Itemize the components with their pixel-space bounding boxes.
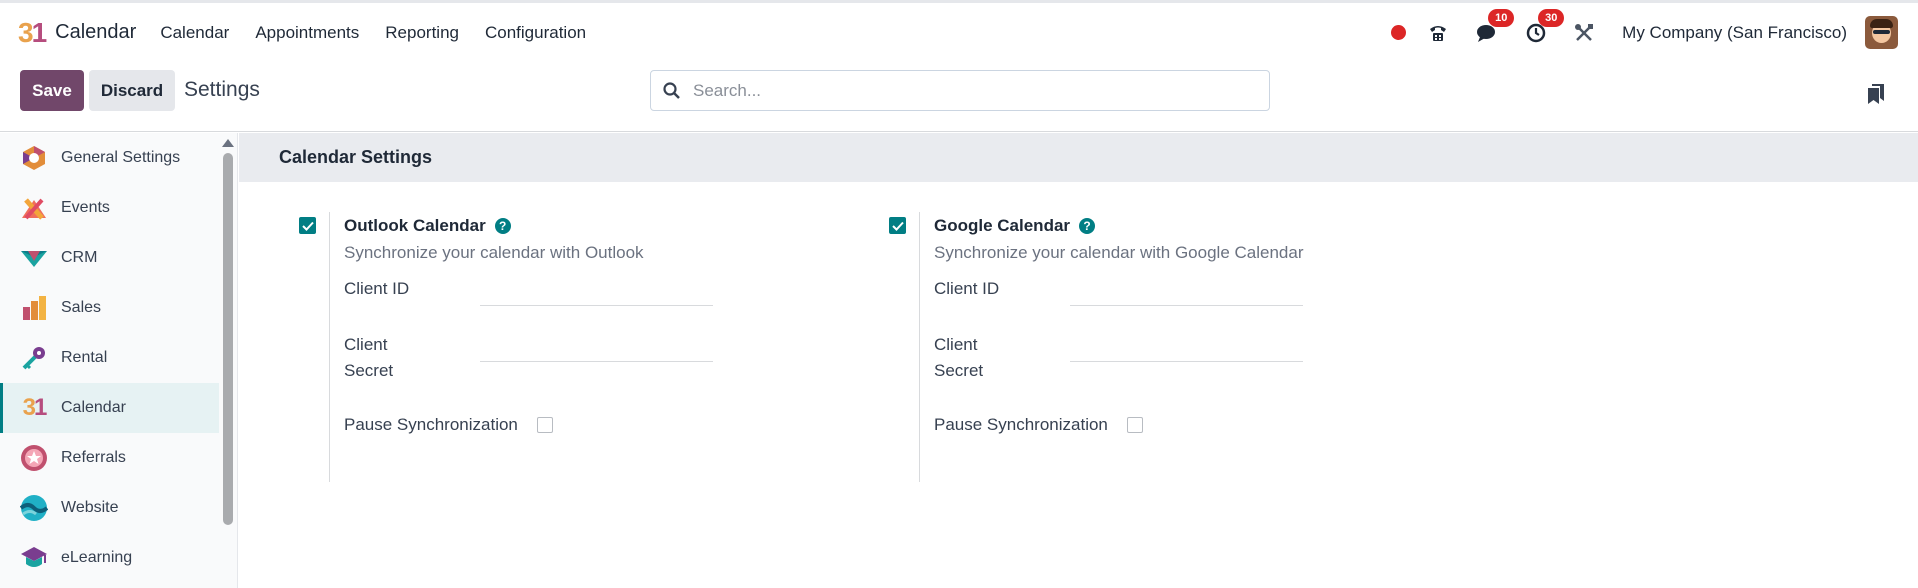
setting-title: Google Calendar [934, 216, 1071, 235]
client-secret-label-2: Secret [934, 361, 984, 380]
outlook-client-id-input[interactable] [480, 280, 713, 306]
rental-key-icon [20, 344, 48, 372]
client-id-label: Client ID [934, 279, 1000, 298]
sidebar-item-website[interactable]: Website [0, 483, 219, 533]
pause-sync-label: Pause Synchronization [934, 415, 1108, 434]
messages-icon[interactable]: 10 [1476, 8, 1515, 43]
settings-sidebar: General Settings Events CRM Sales Rental [0, 133, 238, 588]
google-title: Google Calendar ? [934, 212, 1354, 240]
google-pause-field: Pause Synchronization [934, 412, 1334, 442]
top-navbar: 31 Calendar Calendar Appointments Report… [0, 0, 1918, 62]
outlook-description: Synchronize your calendar with Outlook [344, 243, 644, 262]
help-icon[interactable]: ? [1079, 218, 1096, 234]
outlook-pause-checkbox[interactable] [537, 417, 553, 433]
google-client-id-input[interactable] [1070, 280, 1303, 306]
sidebar-label: Referrals [61, 449, 126, 466]
sidebar-scrollbar[interactable] [222, 139, 234, 539]
scroll-thumb[interactable] [223, 153, 233, 525]
outlook-title: Outlook Calendar ? [344, 212, 764, 240]
checkmark-icon [891, 221, 904, 231]
sidebar-label: Calendar [61, 399, 126, 416]
company-switcher[interactable]: My Company (San Francisco) [1622, 23, 1847, 43]
calendar-logo-icon: 31 [18, 16, 47, 48]
website-globe-icon [20, 494, 48, 522]
google-client-secret-field: Client Secret [934, 332, 1334, 392]
user-avatar[interactable] [1865, 16, 1898, 49]
client-secret-label-1: Client [934, 335, 978, 354]
settings-content: Calendar Settings Outlook Calendar ? Syn… [239, 133, 1918, 588]
help-icon[interactable]: ? [494, 218, 511, 234]
menu-reporting[interactable]: Reporting [385, 23, 459, 43]
sidebar-label: Rental [61, 349, 108, 366]
menu-calendar[interactable]: Calendar [160, 23, 229, 43]
messages-badge: 10 [1488, 8, 1515, 27]
sidebar-item-crm[interactable]: CRM [0, 233, 219, 283]
sidebar-item-sales[interactable]: Sales [0, 283, 219, 333]
google-calendar-checkbox[interactable] [889, 217, 906, 234]
menu-configuration[interactable]: Configuration [485, 23, 586, 43]
section-title: Calendar Settings [239, 133, 1918, 182]
google-client-secret-input[interactable] [1070, 336, 1303, 362]
sidebar-item-events[interactable]: Events [0, 183, 219, 233]
search-input[interactable] [693, 80, 1253, 101]
discard-button[interactable]: Discard [89, 70, 175, 111]
outlook-client-secret-input[interactable] [480, 336, 713, 362]
calendar-icon: 31 [22, 394, 48, 421]
sidebar-label: eLearning [61, 549, 133, 566]
google-description: Synchronize your calendar with Google Ca… [934, 243, 1304, 262]
systray: 10 30 My Company (San Francisco) [1391, 3, 1898, 62]
tools-icon[interactable] [1574, 23, 1594, 43]
sidebar-label: Sales [61, 299, 102, 316]
bookmark-icon[interactable] [1868, 84, 1884, 109]
divider [329, 212, 330, 482]
outlook-client-secret-field: Client Secret [344, 332, 744, 392]
main-menu: Calendar Appointments Reporting Configur… [160, 23, 612, 43]
page-title: Settings [184, 78, 260, 101]
sidebar-item-general-settings[interactable]: General Settings [0, 133, 219, 183]
menu-appointments[interactable]: Appointments [255, 23, 359, 43]
search-icon [663, 81, 680, 99]
sidebar-item-calendar[interactable]: 31 Calendar [0, 383, 219, 433]
phone-icon[interactable] [1428, 23, 1448, 43]
checkmark-icon [301, 221, 314, 231]
sidebar-label: Website [61, 499, 119, 516]
client-id-label: Client ID [344, 279, 410, 298]
sidebar-item-elearning[interactable]: eLearning [0, 533, 219, 583]
crm-icon [20, 244, 48, 272]
client-secret-label-1: Client [344, 335, 388, 354]
general-settings-icon [20, 144, 48, 172]
search-box [650, 70, 1270, 111]
recording-dot-icon[interactable] [1391, 25, 1407, 40]
divider [919, 212, 920, 482]
client-secret-label-2: Secret [344, 361, 394, 380]
app-brand[interactable]: 31 Calendar [18, 3, 136, 62]
google-client-id-field: Client ID [934, 276, 1334, 316]
outlook-client-id-field: Client ID [344, 276, 744, 316]
sales-icon [20, 294, 48, 322]
setting-title: Outlook Calendar [344, 216, 486, 235]
events-icon [20, 194, 48, 222]
sidebar-label: CRM [61, 249, 98, 266]
outlook-pause-field: Pause Synchronization [344, 412, 744, 442]
pause-sync-label: Pause Synchronization [344, 415, 518, 434]
google-pause-checkbox[interactable] [1127, 417, 1143, 433]
elearning-graduation-icon [20, 544, 48, 572]
app-name: Calendar [55, 21, 137, 43]
sidebar-label: General Settings [61, 149, 181, 166]
sidebar-label: Events [61, 199, 110, 216]
scroll-up-arrow-icon[interactable] [222, 139, 234, 147]
save-button[interactable]: Save [20, 70, 84, 111]
sidebar-item-referrals[interactable]: Referrals [0, 433, 219, 483]
activities-badge: 30 [1538, 8, 1565, 27]
activities-clock-icon[interactable]: 30 [1526, 8, 1565, 43]
referrals-icon [20, 444, 48, 472]
control-panel: Save Discard Settings [0, 62, 1918, 132]
outlook-calendar-checkbox[interactable] [299, 217, 316, 234]
sidebar-item-rental[interactable]: Rental [0, 333, 219, 383]
